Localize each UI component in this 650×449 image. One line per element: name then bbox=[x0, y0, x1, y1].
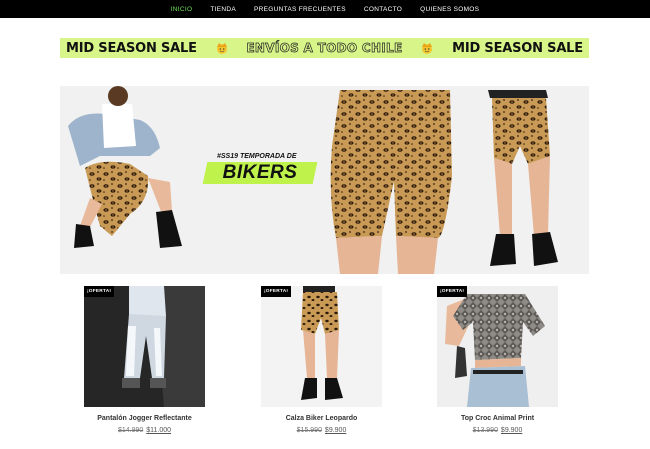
hero-tagline: #SS19 TEMPORADA DE bbox=[217, 153, 297, 160]
product-image[interactable]: ¡OFERTA! bbox=[84, 286, 205, 407]
nav-item-tienda[interactable]: TIENDA bbox=[210, 6, 236, 13]
new-price: $9.900 bbox=[500, 427, 523, 434]
croc-top-photo bbox=[437, 286, 558, 407]
banner-right-text: MID SEASON SALE bbox=[452, 40, 583, 56]
product-card[interactable]: ¡OFERTA! Calza Biker Leopardo $15.990 $9… bbox=[261, 286, 382, 434]
product-image[interactable]: ¡OFERTA! bbox=[437, 286, 558, 407]
new-price: $11.000 bbox=[146, 427, 172, 434]
hero-title: BIKERS bbox=[222, 162, 298, 183]
product-name[interactable]: Pantalón Jogger Reflectante bbox=[84, 415, 205, 422]
product-price: $14.990 $11.000 bbox=[84, 427, 205, 434]
product-price: $13.990 $9.900 bbox=[437, 427, 558, 434]
nav-item-preguntas-frecuentes[interactable]: PREGUNTAS FRECUENTES bbox=[254, 6, 346, 13]
hero-title-badge: BIKERS bbox=[202, 162, 318, 184]
nav-item-quienes-somos[interactable]: QUIENES SOMOS bbox=[420, 6, 479, 13]
product-name[interactable]: Top Croc Animal Print bbox=[437, 415, 558, 422]
banner-left-text: MID SEASON SALE bbox=[66, 40, 197, 56]
old-price: $15.990 bbox=[296, 427, 322, 434]
product-card[interactable]: ¡OFERTA! Top Croc Animal Print $13.990 $… bbox=[437, 286, 558, 434]
old-price: $13.990 bbox=[472, 427, 498, 434]
sale-banner: MID SEASON SALE ENVÍOS A TODO CHILE MID … bbox=[60, 38, 589, 58]
sale-badge: ¡OFERTA! bbox=[437, 286, 468, 297]
product-image[interactable]: ¡OFERTA! bbox=[261, 286, 382, 407]
banner-center-text: ENVÍOS A TODO CHILE bbox=[246, 41, 403, 56]
nav-item-contacto[interactable]: CONTACTO bbox=[364, 6, 402, 13]
new-price: $9.900 bbox=[324, 427, 347, 434]
old-price: $14.990 bbox=[117, 427, 144, 434]
jogger-photo bbox=[84, 286, 205, 407]
product-price: $15.990 $9.900 bbox=[261, 427, 382, 434]
product-card[interactable]: ¡OFERTA! Pantalón Jogger Reflectante $14… bbox=[84, 286, 205, 434]
sale-badge: ¡OFERTA! bbox=[84, 286, 115, 297]
crown-emoji-icon bbox=[420, 42, 434, 54]
hero-models-image bbox=[68, 86, 558, 274]
sale-badge: ¡OFERTA! bbox=[261, 286, 292, 297]
product-name[interactable]: Calza Biker Leopardo bbox=[261, 415, 382, 422]
crown-emoji-icon bbox=[215, 42, 229, 54]
top-nav: INICIO TIENDA PREGUNTAS FRECUENTES CONTA… bbox=[0, 0, 650, 18]
biker-shorts-photo bbox=[261, 286, 382, 407]
nav-item-inicio[interactable]: INICIO bbox=[171, 6, 193, 13]
hero-banner[interactable]: #SS19 TEMPORADA DE BIKERS bbox=[60, 86, 589, 274]
